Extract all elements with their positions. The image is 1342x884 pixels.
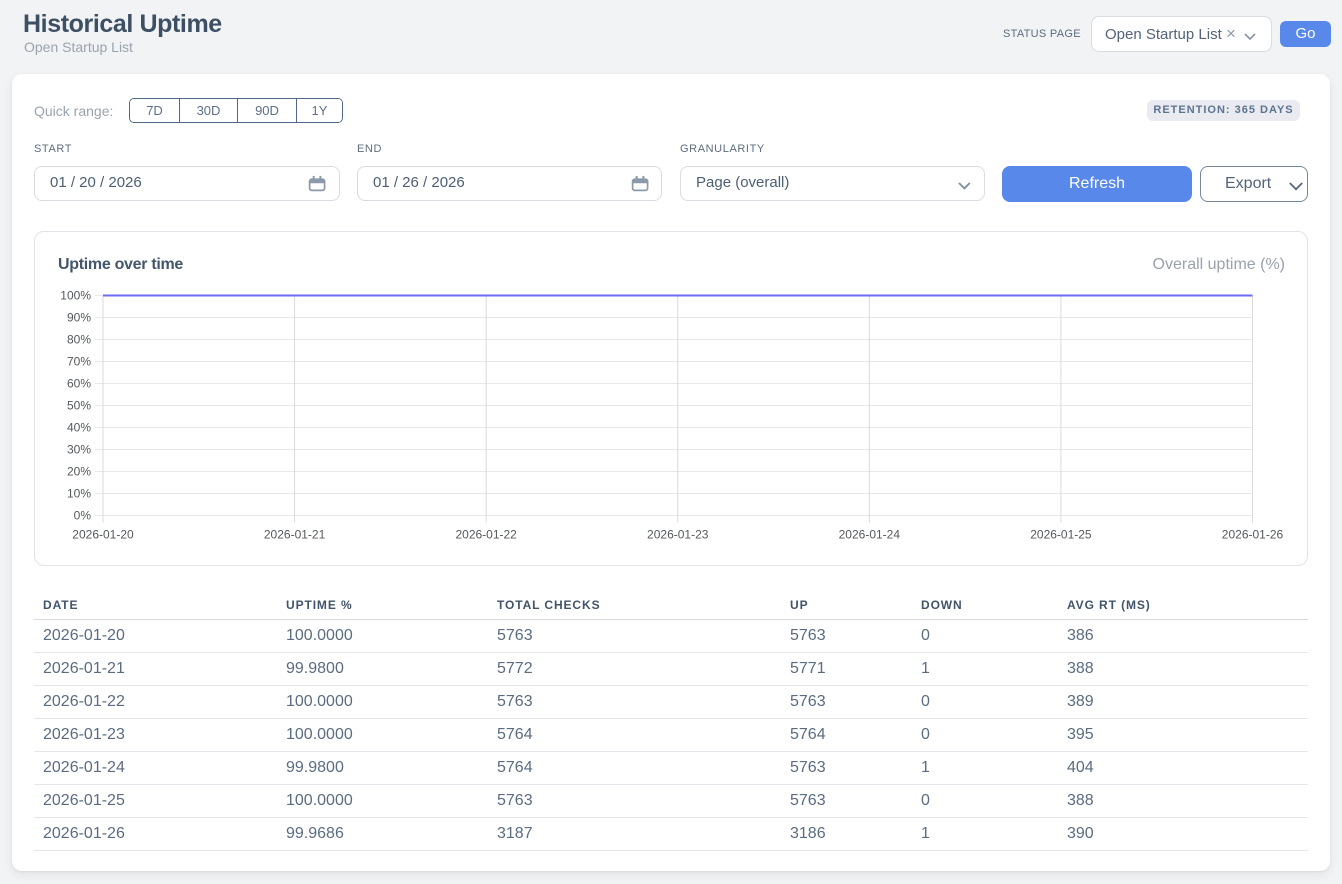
svg-text:2026-01-23: 2026-01-23 — [647, 528, 709, 542]
svg-text:40%: 40% — [67, 421, 91, 435]
svg-text:0%: 0% — [74, 509, 92, 523]
svg-text:30%: 30% — [67, 443, 91, 457]
svg-text:2026-01-25: 2026-01-25 — [1030, 528, 1092, 542]
svg-text:70%: 70% — [67, 355, 91, 369]
svg-text:2026-01-20: 2026-01-20 — [72, 528, 134, 542]
svg-text:50%: 50% — [67, 399, 91, 413]
svg-text:20%: 20% — [67, 465, 91, 479]
svg-text:2026-01-21: 2026-01-21 — [264, 528, 326, 542]
svg-text:2026-01-22: 2026-01-22 — [455, 528, 517, 542]
svg-text:90%: 90% — [67, 311, 91, 325]
svg-text:10%: 10% — [67, 487, 91, 501]
svg-text:60%: 60% — [67, 377, 91, 391]
svg-text:2026-01-24: 2026-01-24 — [839, 528, 901, 542]
svg-text:80%: 80% — [67, 333, 91, 347]
svg-text:2026-01-26: 2026-01-26 — [1222, 528, 1284, 542]
svg-text:100%: 100% — [60, 289, 91, 303]
